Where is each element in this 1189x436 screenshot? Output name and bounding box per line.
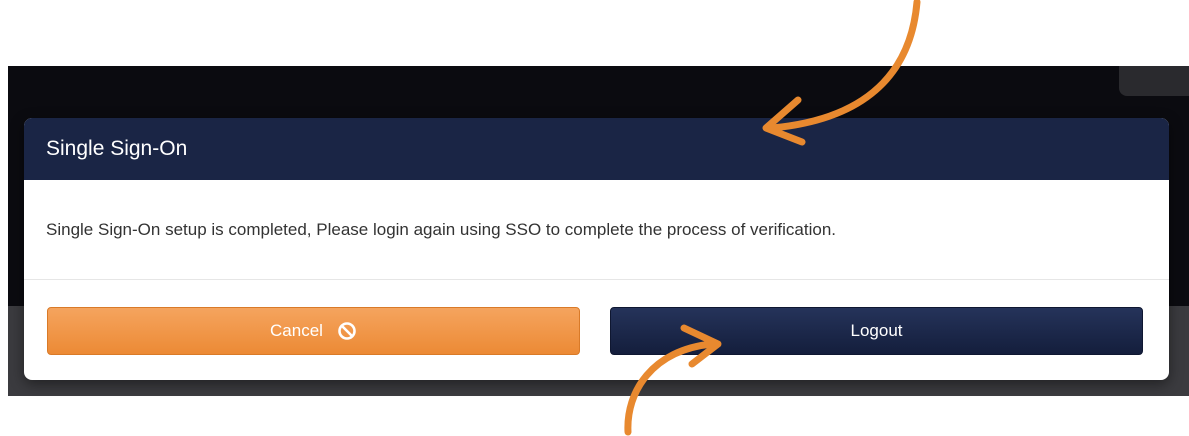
ban-icon	[337, 321, 357, 341]
modal-message: Single Sign-On setup is completed, Pleas…	[46, 219, 836, 239]
modal-footer: Cancel Logout	[24, 280, 1169, 380]
modal-header: Single Sign-On	[24, 118, 1169, 180]
logout-button-label: Logout	[850, 321, 903, 340]
sso-modal: Single Sign-On Single Sign-On setup is c…	[24, 118, 1169, 380]
modal-body: Single Sign-On setup is completed, Pleas…	[24, 180, 1169, 280]
annotation-arrow-bottom	[624, 324, 722, 436]
corner-tab	[1119, 66, 1189, 96]
modal-title: Single Sign-On	[46, 137, 188, 160]
annotation-arrow-top	[762, 0, 921, 146]
cancel-button[interactable]: Cancel	[47, 307, 580, 355]
cancel-button-label: Cancel	[270, 321, 323, 340]
